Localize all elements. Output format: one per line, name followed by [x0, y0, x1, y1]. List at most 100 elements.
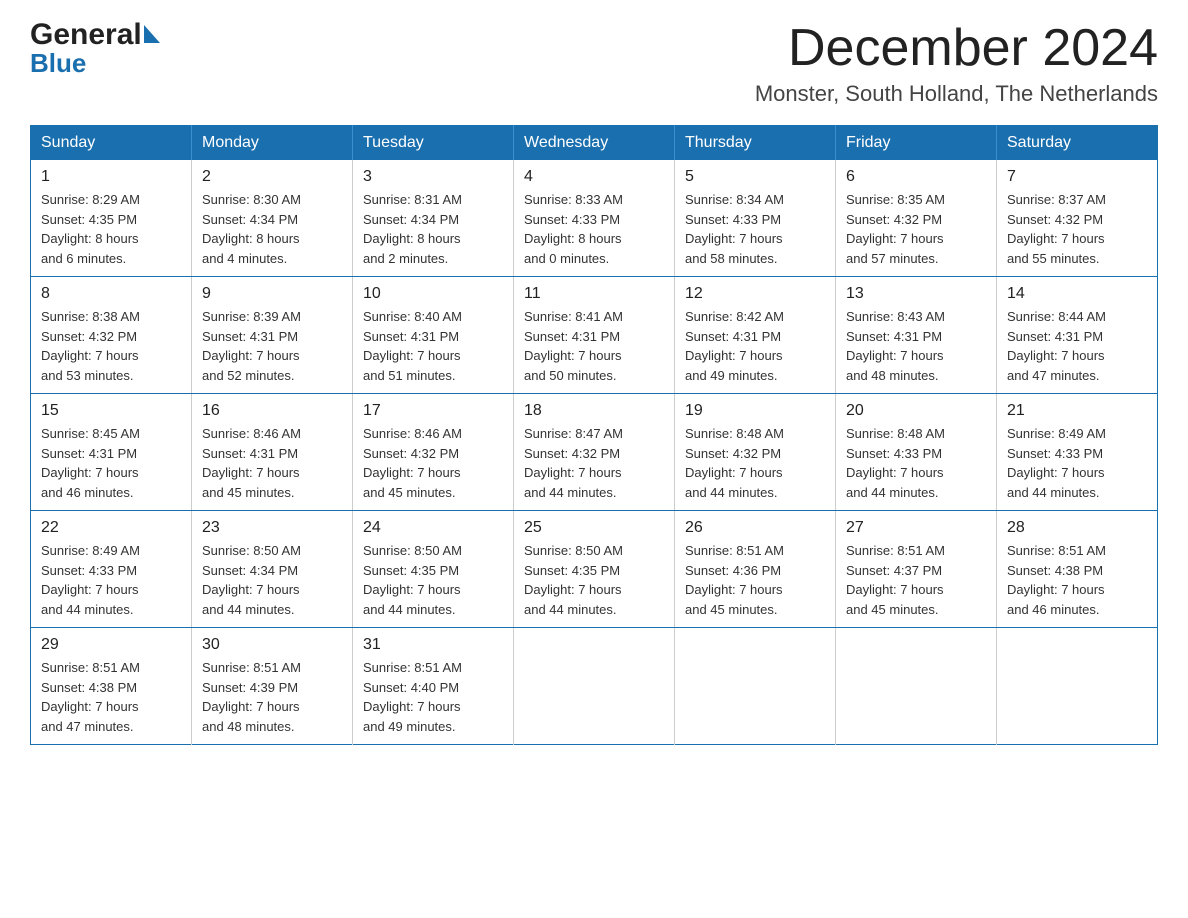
calendar-week-4: 22 Sunrise: 8:49 AMSunset: 4:33 PMDayligh… — [31, 511, 1158, 628]
table-row: 9 Sunrise: 8:39 AMSunset: 4:31 PMDaylight… — [192, 277, 353, 394]
day-number: 23 — [202, 519, 342, 537]
col-saturday: Saturday — [997, 126, 1158, 161]
day-info: Sunrise: 8:42 AMSunset: 4:31 PMDaylight:… — [685, 307, 825, 385]
day-info: Sunrise: 8:51 AMSunset: 4:37 PMDaylight:… — [846, 541, 986, 619]
calendar-header-row: Sunday Monday Tuesday Wednesday Thursday… — [31, 126, 1158, 161]
day-number: 29 — [41, 636, 181, 654]
day-number: 22 — [41, 519, 181, 537]
table-row: 13 Sunrise: 8:43 AMSunset: 4:31 PMDayligh… — [836, 277, 997, 394]
day-number: 31 — [363, 636, 503, 654]
day-number: 18 — [524, 402, 664, 420]
table-row: 23 Sunrise: 8:50 AMSunset: 4:34 PMDayligh… — [192, 511, 353, 628]
calendar-week-2: 8 Sunrise: 8:38 AMSunset: 4:32 PMDaylight… — [31, 277, 1158, 394]
day-info: Sunrise: 8:35 AMSunset: 4:32 PMDaylight:… — [846, 190, 986, 268]
day-info: Sunrise: 8:34 AMSunset: 4:33 PMDaylight:… — [685, 190, 825, 268]
day-info: Sunrise: 8:47 AMSunset: 4:32 PMDaylight:… — [524, 424, 664, 502]
day-number: 13 — [846, 285, 986, 303]
day-number: 17 — [363, 402, 503, 420]
day-number: 11 — [524, 285, 664, 303]
logo-arrow-icon — [144, 25, 160, 43]
day-number: 8 — [41, 285, 181, 303]
calendar-week-5: 29Sunrise: 8:51 AMSunset: 4:38 PMDayligh… — [31, 628, 1158, 745]
table-row: 22 Sunrise: 8:49 AMSunset: 4:33 PMDayligh… — [31, 511, 192, 628]
day-number: 14 — [1007, 285, 1147, 303]
day-number: 12 — [685, 285, 825, 303]
day-info: Sunrise: 8:38 AMSunset: 4:32 PMDaylight:… — [41, 307, 181, 385]
day-info: Sunrise: 8:37 AMSunset: 4:32 PMDaylight:… — [1007, 190, 1147, 268]
day-number: 2 — [202, 168, 342, 186]
day-number: 7 — [1007, 168, 1147, 186]
col-tuesday: Tuesday — [353, 126, 514, 161]
table-row: 1 Sunrise: 8:29 AMSunset: 4:35 PMDaylight… — [31, 160, 192, 277]
day-info: Sunrise: 8:49 AMSunset: 4:33 PMDaylight:… — [1007, 424, 1147, 502]
day-info: Sunrise: 8:46 AMSunset: 4:31 PMDaylight:… — [202, 424, 342, 502]
table-row: 26Sunrise: 8:51 AMSunset: 4:36 PMDayligh… — [675, 511, 836, 628]
logo: General Blue — [30, 20, 160, 76]
table-row — [675, 628, 836, 745]
day-info: Sunrise: 8:46 AMSunset: 4:32 PMDaylight:… — [363, 424, 503, 502]
table-row: 20Sunrise: 8:48 AMSunset: 4:33 PMDayligh… — [836, 394, 997, 511]
table-row: 24 Sunrise: 8:50 AMSunset: 4:35 PMDayligh… — [353, 511, 514, 628]
calendar-table: Sunday Monday Tuesday Wednesday Thursday… — [30, 125, 1158, 745]
table-row — [997, 628, 1158, 745]
table-row: 29Sunrise: 8:51 AMSunset: 4:38 PMDayligh… — [31, 628, 192, 745]
day-info: Sunrise: 8:43 AMSunset: 4:31 PMDaylight:… — [846, 307, 986, 385]
day-number: 5 — [685, 168, 825, 186]
day-number: 28 — [1007, 519, 1147, 537]
day-number: 15 — [41, 402, 181, 420]
day-number: 16 — [202, 402, 342, 420]
table-row: 7 Sunrise: 8:37 AMSunset: 4:32 PMDaylight… — [997, 160, 1158, 277]
day-info: Sunrise: 8:51 AMSunset: 4:39 PMDaylight:… — [202, 658, 342, 736]
day-info: Sunrise: 8:50 AMSunset: 4:35 PMDaylight:… — [524, 541, 664, 619]
day-info: Sunrise: 8:45 AMSunset: 4:31 PMDaylight:… — [41, 424, 181, 502]
table-row: 5 Sunrise: 8:34 AMSunset: 4:33 PMDaylight… — [675, 160, 836, 277]
table-row: 30 Sunrise: 8:51 AMSunset: 4:39 PMDayligh… — [192, 628, 353, 745]
logo-text: General Blue — [30, 20, 160, 76]
day-info: Sunrise: 8:51 AMSunset: 4:36 PMDaylight:… — [685, 541, 825, 619]
calendar-week-1: 1 Sunrise: 8:29 AMSunset: 4:35 PMDaylight… — [31, 160, 1158, 277]
day-number: 9 — [202, 285, 342, 303]
table-row: 2 Sunrise: 8:30 AMSunset: 4:34 PMDaylight… — [192, 160, 353, 277]
table-row: 27 Sunrise: 8:51 AMSunset: 4:37 PMDayligh… — [836, 511, 997, 628]
day-number: 19 — [685, 402, 825, 420]
table-row: 3Sunrise: 8:31 AMSunset: 4:34 PMDaylight… — [353, 160, 514, 277]
day-number: 27 — [846, 519, 986, 537]
table-row — [836, 628, 997, 745]
day-number: 25 — [524, 519, 664, 537]
day-number: 3 — [363, 168, 503, 186]
day-number: 30 — [202, 636, 342, 654]
day-info: Sunrise: 8:40 AMSunset: 4:31 PMDaylight:… — [363, 307, 503, 385]
logo-blue: Blue — [30, 50, 160, 76]
col-friday: Friday — [836, 126, 997, 161]
table-row: 25 Sunrise: 8:50 AMSunset: 4:35 PMDayligh… — [514, 511, 675, 628]
table-row: 28Sunrise: 8:51 AMSunset: 4:38 PMDayligh… — [997, 511, 1158, 628]
day-number: 1 — [41, 168, 181, 186]
table-row: 6Sunrise: 8:35 AMSunset: 4:32 PMDaylight… — [836, 160, 997, 277]
table-row: 4 Sunrise: 8:33 AMSunset: 4:33 PMDaylight… — [514, 160, 675, 277]
table-row: 8 Sunrise: 8:38 AMSunset: 4:32 PMDaylight… — [31, 277, 192, 394]
col-thursday: Thursday — [675, 126, 836, 161]
table-row: 21Sunrise: 8:49 AMSunset: 4:33 PMDayligh… — [997, 394, 1158, 511]
table-row: 18 Sunrise: 8:47 AMSunset: 4:32 PMDayligh… — [514, 394, 675, 511]
day-info: Sunrise: 8:33 AMSunset: 4:33 PMDaylight:… — [524, 190, 664, 268]
logo-general: General — [30, 20, 142, 50]
day-info: Sunrise: 8:50 AMSunset: 4:34 PMDaylight:… — [202, 541, 342, 619]
location-subtitle: Monster, South Holland, The Netherlands — [755, 81, 1158, 107]
day-info: Sunrise: 8:49 AMSunset: 4:33 PMDaylight:… — [41, 541, 181, 619]
page-header: General Blue December 2024 Monster, Sout… — [30, 20, 1158, 107]
day-info: Sunrise: 8:48 AMSunset: 4:33 PMDaylight:… — [846, 424, 986, 502]
day-info: Sunrise: 8:39 AMSunset: 4:31 PMDaylight:… — [202, 307, 342, 385]
day-info: Sunrise: 8:50 AMSunset: 4:35 PMDaylight:… — [363, 541, 503, 619]
table-row: 12 Sunrise: 8:42 AMSunset: 4:31 PMDayligh… — [675, 277, 836, 394]
table-row: 15 Sunrise: 8:45 AMSunset: 4:31 PMDayligh… — [31, 394, 192, 511]
table-row: 14Sunrise: 8:44 AMSunset: 4:31 PMDayligh… — [997, 277, 1158, 394]
col-monday: Monday — [192, 126, 353, 161]
day-number: 24 — [363, 519, 503, 537]
table-row: 17 Sunrise: 8:46 AMSunset: 4:32 PMDayligh… — [353, 394, 514, 511]
day-info: Sunrise: 8:30 AMSunset: 4:34 PMDaylight:… — [202, 190, 342, 268]
day-info: Sunrise: 8:29 AMSunset: 4:35 PMDaylight:… — [41, 190, 181, 268]
day-number: 4 — [524, 168, 664, 186]
col-wednesday: Wednesday — [514, 126, 675, 161]
month-year-title: December 2024 — [755, 20, 1158, 77]
calendar-week-3: 15 Sunrise: 8:45 AMSunset: 4:31 PMDayligh… — [31, 394, 1158, 511]
